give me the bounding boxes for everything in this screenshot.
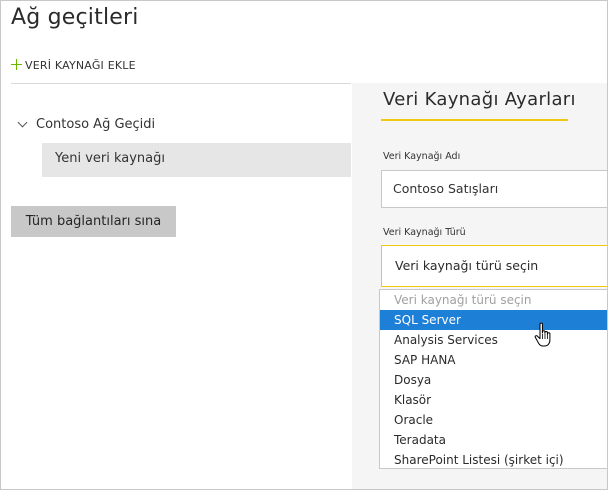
plus-icon: [11, 58, 22, 70]
datasource-list-item[interactable]: Yeni veri kaynağı: [42, 143, 351, 177]
page-title: Ağ geçitleri: [11, 5, 139, 30]
dropdown-option-teradata[interactable]: Teradata: [380, 430, 607, 450]
dropdown-option-oracle[interactable]: Oracle: [380, 410, 607, 430]
chevron-down-icon[interactable]: [17, 117, 28, 128]
dropdown-option-sharepoint-list[interactable]: SharePoint Listesi (şirket içi): [380, 450, 607, 468]
datasource-type-dropdown-list: Veri kaynağı türü seçin SQL Server Analy…: [379, 289, 607, 469]
dropdown-option-analysis-services[interactable]: Analysis Services: [380, 330, 607, 350]
datasource-name-label: Veri Kaynağı Adı: [383, 151, 461, 162]
add-datasource-button[interactable]: VERİ KAYNAĞI EKLE: [11, 58, 136, 72]
dropdown-option-sap-hana[interactable]: SAP HANA: [380, 350, 607, 370]
gateway-name: Contoso Ağ Geçidi: [36, 117, 156, 132]
test-all-connections-button[interactable]: Tüm bağlantıları sına: [11, 206, 176, 237]
datasource-name-input[interactable]: Contoso Satışları: [381, 170, 607, 208]
divider: [11, 83, 351, 84]
dropdown-option-placeholder: Veri kaynağı türü seçin: [394, 293, 532, 307]
datasource-type-label: Veri Kaynağı Türü: [383, 227, 466, 238]
datasource-type-select[interactable]: Veri kaynağı türü seçin: [381, 245, 607, 287]
gateway-tree-item[interactable]: Contoso Ağ Geçidi: [17, 117, 156, 132]
gateways-window: Ağ geçitleri VERİ KAYNAĞI EKLE Contoso A…: [0, 0, 608, 490]
add-datasource-label: VERİ KAYNAĞI EKLE: [25, 59, 136, 72]
dropdown-option-file[interactable]: Dosya: [380, 370, 607, 390]
settings-title: Veri Kaynağı Ayarları: [383, 89, 576, 110]
hand-cursor-icon: [534, 322, 551, 347]
dropdown-option-sql-server[interactable]: SQL Server: [380, 310, 607, 330]
dropdown-option-folder[interactable]: Klasör: [380, 390, 607, 410]
title-underline: [381, 119, 568, 121]
